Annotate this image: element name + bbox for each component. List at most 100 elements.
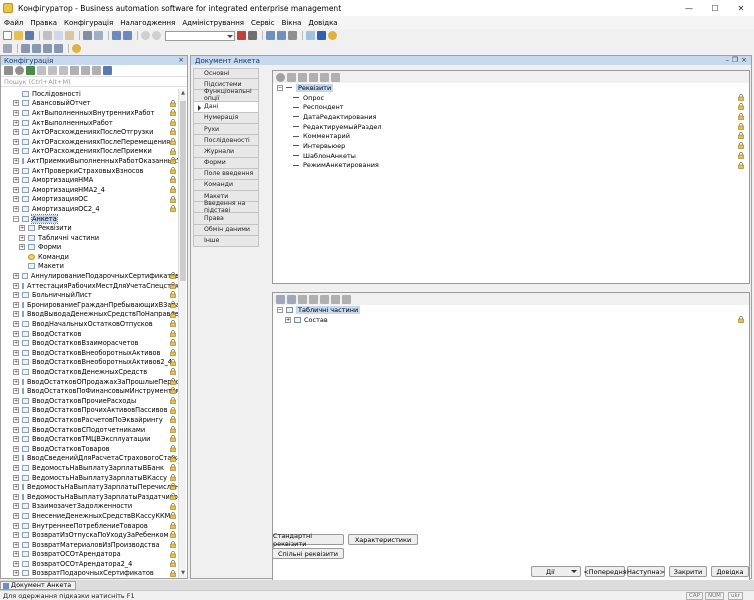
attribute-item[interactable]: Комментарий <box>273 131 749 141</box>
tree-item[interactable]: + АмортизацияНМА2_4 <box>1 185 179 195</box>
tree-item[interactable]: + ВводОстатковОПродажахЗаПрошлыеПериоды <box>1 377 179 387</box>
tab-item[interactable]: Журнали <box>193 146 259 158</box>
tree-item[interactable]: Команди <box>1 252 179 262</box>
config-compare-icon[interactable] <box>54 44 63 53</box>
expand-icon[interactable]: + <box>13 522 19 529</box>
tree-item[interactable]: + ВнесениеДенежныхСредствВКассуККМ <box>1 511 179 521</box>
tree-item[interactable]: + ВводОстатковТоваров <box>1 444 179 454</box>
expand-icon[interactable]: + <box>13 148 19 155</box>
attr-delete-icon[interactable] <box>298 72 307 82</box>
debug-icon[interactable] <box>317 31 326 40</box>
expand-icon[interactable]: + <box>13 484 19 491</box>
scroll-up-icon[interactable]: ▲ <box>180 90 186 97</box>
delete-icon[interactable] <box>83 31 92 40</box>
doc-restore-icon[interactable]: ❐ <box>732 56 738 64</box>
ts-edit-icon[interactable] <box>298 294 307 304</box>
maximize-button[interactable]: ☐ <box>702 0 728 16</box>
config-open-icon[interactable] <box>21 44 30 53</box>
find-next-icon[interactable] <box>152 31 161 40</box>
tabular-sections-root[interactable]: − Табличні частини <box>273 305 749 315</box>
config-tree-icon[interactable] <box>3 44 12 53</box>
expand-icon[interactable]: + <box>13 167 19 174</box>
tab-item[interactable]: Функціональні опції <box>193 88 259 102</box>
window-icon[interactable] <box>306 31 315 40</box>
tree-item[interactable]: + ВедомостьНаВыплатуЗарплатыВКассу <box>1 473 179 483</box>
tree-item[interactable]: + ВзаимозачетЗадолженности <box>1 502 179 512</box>
expand-icon[interactable]: + <box>13 205 19 212</box>
ts-move-up-icon[interactable] <box>320 294 329 304</box>
menu-edit[interactable]: Правка <box>30 19 57 27</box>
attr-add-icon[interactable] <box>276 72 285 82</box>
tab-item[interactable]: Введення на підставі <box>193 200 259 214</box>
expand-icon[interactable]: + <box>13 301 19 308</box>
tree-item[interactable]: + АктПриемкиВыполненныхРаботОказанныхУслу… <box>1 156 179 166</box>
scroll-down-icon[interactable]: ▼ <box>180 570 186 577</box>
help-icon[interactable] <box>328 31 337 40</box>
expand-icon[interactable]: + <box>13 369 19 376</box>
attr-move-down-icon[interactable] <box>320 72 329 82</box>
tree-item[interactable]: + АктОРасхожденияхПослеОтгрузки <box>1 127 179 137</box>
ts-add-attr-icon[interactable] <box>287 294 296 304</box>
copy-icon[interactable] <box>54 31 63 40</box>
expand-icon[interactable]: + <box>13 109 19 116</box>
next-button[interactable]: Наступна> <box>627 566 665 577</box>
menu-configuration[interactable]: Конфігурація <box>64 19 113 27</box>
search-combo[interactable] <box>165 30 235 41</box>
find-icon[interactable] <box>141 31 150 40</box>
tab-item[interactable]: Права <box>193 213 259 225</box>
tree-item[interactable]: + Форми <box>1 243 179 253</box>
tree-item[interactable]: + ВводСведенийДляРасчетаСтраховогоСтажа <box>1 454 179 464</box>
tree-item[interactable]: + ВнутреннееПотреблениеТоваров <box>1 521 179 531</box>
tree-item[interactable]: + АктПроверкиСтраховыхВзносов <box>1 166 179 176</box>
ts-add-icon[interactable] <box>276 294 285 304</box>
close-window-button[interactable]: Закрити <box>669 566 707 577</box>
expand-icon[interactable]: + <box>13 138 19 145</box>
expand-icon[interactable]: + <box>13 177 19 184</box>
open-icon[interactable] <box>14 31 23 40</box>
tab-item[interactable]: Основні <box>193 68 259 80</box>
minimize-button[interactable]: — <box>676 0 702 16</box>
expand-icon[interactable]: + <box>19 244 25 251</box>
attribute-item[interactable]: ШаблонАнкеты <box>273 151 749 161</box>
tree-item[interactable]: + ВводОстатковРасчетовПоЭквайрингу <box>1 415 179 425</box>
expand-icon[interactable]: + <box>13 493 19 500</box>
doc-minimize-icon[interactable]: – <box>726 56 730 64</box>
attr-edit-icon[interactable] <box>287 72 296 82</box>
search-all-icon[interactable] <box>288 31 297 40</box>
tab-item[interactable]: Дані <box>193 101 259 113</box>
expand-icon[interactable]: + <box>13 541 19 548</box>
collapse-icon[interactable]: − <box>277 306 283 313</box>
tab-item[interactable]: Послідовності <box>193 135 259 147</box>
tree-item[interactable]: + АктОРасхожденияхПослеПриемки <box>1 147 179 157</box>
tab-item[interactable]: Рухи <box>193 123 259 136</box>
expand-icon[interactable]: + <box>13 359 19 366</box>
tree-item[interactable]: − Анкета <box>1 213 179 224</box>
tab-item[interactable]: Поле введення <box>193 168 259 180</box>
tab-item[interactable]: Інше <box>193 235 259 247</box>
edit-icon[interactable] <box>26 66 35 75</box>
task-document-questionnaire[interactable]: Документ Анкета <box>0 580 77 590</box>
attribute-item[interactable]: РедактируемыйРаздел <box>273 122 749 132</box>
close-button[interactable]: ✕ <box>728 0 754 16</box>
expand-icon[interactable]: + <box>13 100 19 107</box>
expand-icon[interactable]: + <box>13 445 19 452</box>
expand-icon[interactable]: + <box>13 349 19 356</box>
add-icon[interactable] <box>15 66 24 75</box>
expand-icon[interactable]: + <box>13 282 19 289</box>
expand-icon[interactable]: + <box>19 234 25 241</box>
print-icon[interactable] <box>94 31 103 40</box>
save-icon[interactable] <box>25 31 34 40</box>
move-up-icon[interactable] <box>70 66 79 75</box>
actions-icon[interactable] <box>4 66 13 75</box>
tree-item[interactable]: + Табличні частини <box>1 233 179 243</box>
tree-item[interactable]: + БронированиеГражданПребывающихВЗапасе <box>1 300 179 310</box>
attribute-item[interactable]: РежимАнкетирования <box>273 161 749 171</box>
filter-icon[interactable] <box>103 66 112 75</box>
tree-item[interactable]: + ВозвратОСОтАрендатора2_4 <box>1 559 179 569</box>
attr-move-up-icon[interactable] <box>309 72 318 82</box>
attribute-item[interactable]: Респондент <box>273 102 749 112</box>
actions-button[interactable]: Дії <box>531 566 581 577</box>
tree-item[interactable]: Макети <box>1 262 179 272</box>
tree-item[interactable]: + БольничныйЛист <box>1 290 179 300</box>
tree-item[interactable]: + ВводОстатковПрочиеРасходы <box>1 396 179 406</box>
